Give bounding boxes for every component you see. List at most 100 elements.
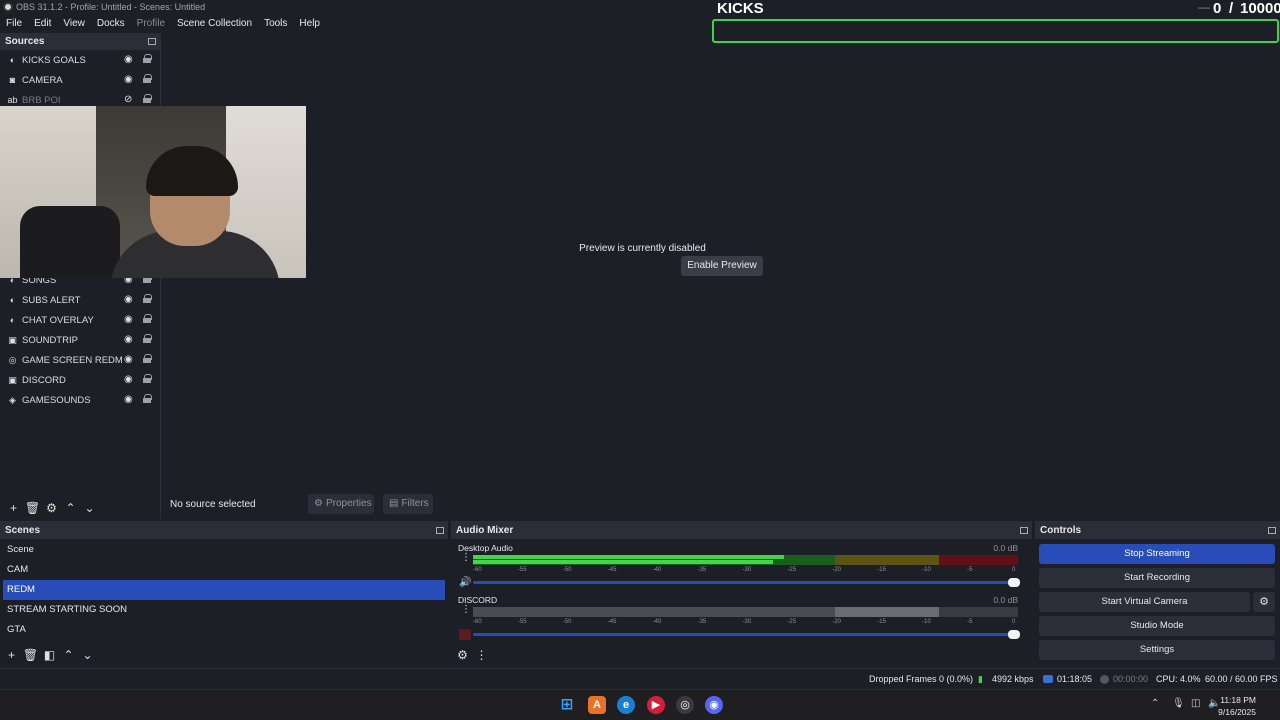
undock-icon[interactable]: [148, 38, 156, 45]
source-item[interactable]: ▣ SOUNDTRIP ◉: [0, 330, 160, 350]
undock-icon[interactable]: [1020, 527, 1028, 534]
windows-taskbar: ⊞ A e ▶ ◎ ◉ ⌃ 🎙 ◫ 🔈 11:18 PM 9/16/2025: [0, 689, 1280, 720]
scene-move-up-button[interactable]: ⌃: [59, 646, 78, 664]
menu-edit[interactable]: Edit: [28, 16, 57, 32]
launcher-app-icon[interactable]: A: [588, 696, 606, 714]
edge-browser-icon[interactable]: e: [617, 696, 635, 714]
menu-tools[interactable]: Tools: [258, 16, 293, 32]
start-icon[interactable]: ⊞: [558, 696, 576, 714]
network-icon[interactable]: ◫: [1191, 698, 1200, 709]
enable-preview-button[interactable]: Enable Preview: [681, 256, 763, 276]
media-player-icon[interactable]: ▶: [647, 696, 665, 714]
dropped-frames: Dropped Frames 0 (0.0%): [869, 674, 974, 684]
controls-header: Controls: [1035, 522, 1280, 539]
add-source-button[interactable]: +: [4, 499, 23, 517]
menu-help[interactable]: Help: [293, 16, 326, 32]
scene-item[interactable]: GTA: [0, 620, 448, 640]
remove-scene-button[interactable]: 🗑: [21, 646, 40, 664]
source-label: CHAT OVERLAY: [22, 314, 94, 326]
mixer-menu-icon[interactable]: ⋮: [472, 646, 491, 664]
tick-label: -15: [877, 567, 886, 573]
source-item[interactable]: ◐ CHAT OVERLAY ◉: [0, 310, 160, 330]
source-item[interactable]: ◈ GAMESOUNDS ◉: [0, 390, 160, 410]
source-label: KICKS GOALS: [22, 54, 86, 66]
start-virtual-camera-button[interactable]: Start Virtual Camera: [1039, 592, 1250, 612]
visibility-eye-icon[interactable]: ◉: [124, 394, 133, 405]
menu-profile[interactable]: Profile: [131, 16, 171, 32]
visibility-eye-icon[interactable]: ◉: [124, 374, 133, 385]
source-item[interactable]: ◙ CAMERA ◉: [0, 70, 160, 90]
track-menu-icon[interactable]: ⋮: [461, 553, 471, 563]
scene-filters-button[interactable]: ◧: [40, 646, 59, 664]
tick-label: -20: [832, 619, 841, 625]
visibility-eye-icon[interactable]: ◉: [124, 314, 133, 325]
visibility-eye-icon[interactable]: ◉: [124, 54, 133, 65]
volume-slider[interactable]: [473, 578, 1020, 587]
discord-icon[interactable]: ◉: [705, 696, 723, 714]
muted-speaker-icon[interactable]: [459, 629, 471, 640]
visibility-eye-icon[interactable]: ◉: [124, 74, 133, 85]
speaker-icon[interactable]: 🔊: [459, 577, 471, 588]
visibility-eye-icon[interactable]: ◉: [124, 334, 133, 345]
kicks-minus: —: [1198, 0, 1210, 14]
taskbar-clock[interactable]: 11:18 PM 9/16/2025: [1218, 694, 1256, 718]
meter-fill: [473, 560, 773, 564]
scene-item[interactable]: REDM: [3, 580, 445, 600]
menu-view[interactable]: View: [57, 16, 91, 32]
stop-streaming-button[interactable]: Stop Streaming: [1039, 544, 1275, 564]
scene-item[interactable]: STREAM STARTING SOON: [0, 600, 448, 620]
lock-icon[interactable]: [143, 54, 152, 63]
lock-icon[interactable]: [143, 94, 152, 103]
visibility-eye-icon[interactable]: ◉: [124, 354, 133, 365]
visibility-eye-icon[interactable]: ⊘: [124, 94, 132, 105]
visibility-eye-icon[interactable]: ◉: [124, 294, 133, 305]
move-down-button[interactable]: ⌄: [80, 499, 99, 517]
fps-readout: 60.00 / 60.00 FPS: [1205, 674, 1278, 684]
source-item[interactable]: ▣ DISCORD ◉: [0, 370, 160, 390]
lock-icon[interactable]: [143, 74, 152, 83]
undock-icon[interactable]: [436, 527, 444, 534]
filters-button[interactable]: ▤ Filters: [383, 494, 433, 514]
properties-button[interactable]: ⚙ Properties: [308, 494, 374, 514]
lock-icon[interactable]: [143, 354, 152, 363]
source-item[interactable]: ◎ GAME SCREEN REDM ◉: [0, 350, 160, 370]
settings-button[interactable]: Settings: [1039, 640, 1275, 660]
slider-handle[interactable]: [1008, 630, 1020, 639]
volume-slider[interactable]: [473, 630, 1020, 639]
menu-docks[interactable]: Docks: [91, 16, 131, 32]
move-up-button[interactable]: ⌃: [61, 499, 80, 517]
source-item[interactable]: ◐ KICKS GOALS ◉: [0, 50, 160, 70]
remove-source-button[interactable]: 🗑: [23, 499, 42, 517]
lock-icon[interactable]: [143, 314, 152, 323]
menu-scene-collection[interactable]: Scene Collection: [171, 16, 258, 32]
source-item[interactable]: ◐ SUBS ALERT ◉: [0, 290, 160, 310]
source-label: GAME SCREEN REDM: [22, 354, 123, 366]
add-scene-button[interactable]: +: [2, 646, 21, 664]
menu-file[interactable]: File: [0, 16, 28, 32]
source-label: SOUNDTRIP: [22, 334, 78, 346]
track-menu-icon[interactable]: ⋮: [461, 605, 471, 615]
lock-icon[interactable]: [143, 374, 152, 383]
scene-move-down-button[interactable]: ⌄: [78, 646, 97, 664]
microphone-icon[interactable]: 🎙: [1172, 698, 1185, 709]
source-label: CAMERA: [22, 74, 63, 86]
lock-icon[interactable]: [143, 334, 152, 343]
start-recording-button[interactable]: Start Recording: [1039, 568, 1275, 588]
source-properties-button[interactable]: ⚙: [42, 499, 61, 517]
scene-item[interactable]: CAM: [0, 560, 448, 580]
source-label: DISCORD: [22, 374, 66, 386]
studio-mode-button[interactable]: Studio Mode: [1039, 616, 1275, 636]
lock-icon[interactable]: [143, 294, 152, 303]
slider-handle[interactable]: [1008, 578, 1020, 587]
tray-chevron-icon[interactable]: ⌃: [1151, 698, 1159, 709]
lock-icon[interactable]: [143, 394, 152, 403]
advanced-audio-icon[interactable]: ⚙: [453, 646, 472, 664]
scene-item[interactable]: Scene: [0, 540, 448, 560]
camera-icon: ◙: [9, 74, 16, 85]
signal-icon: ▮: [978, 674, 983, 684]
scenes-toolbar: + 🗑 ◧ ⌃ ⌄: [0, 644, 97, 666]
source-label: SUBS ALERT: [22, 294, 81, 306]
virtual-camera-settings-icon[interactable]: ⚙: [1253, 592, 1275, 612]
undock-icon[interactable]: [1268, 527, 1276, 534]
obs-taskbar-icon[interactable]: ◎: [676, 696, 694, 714]
